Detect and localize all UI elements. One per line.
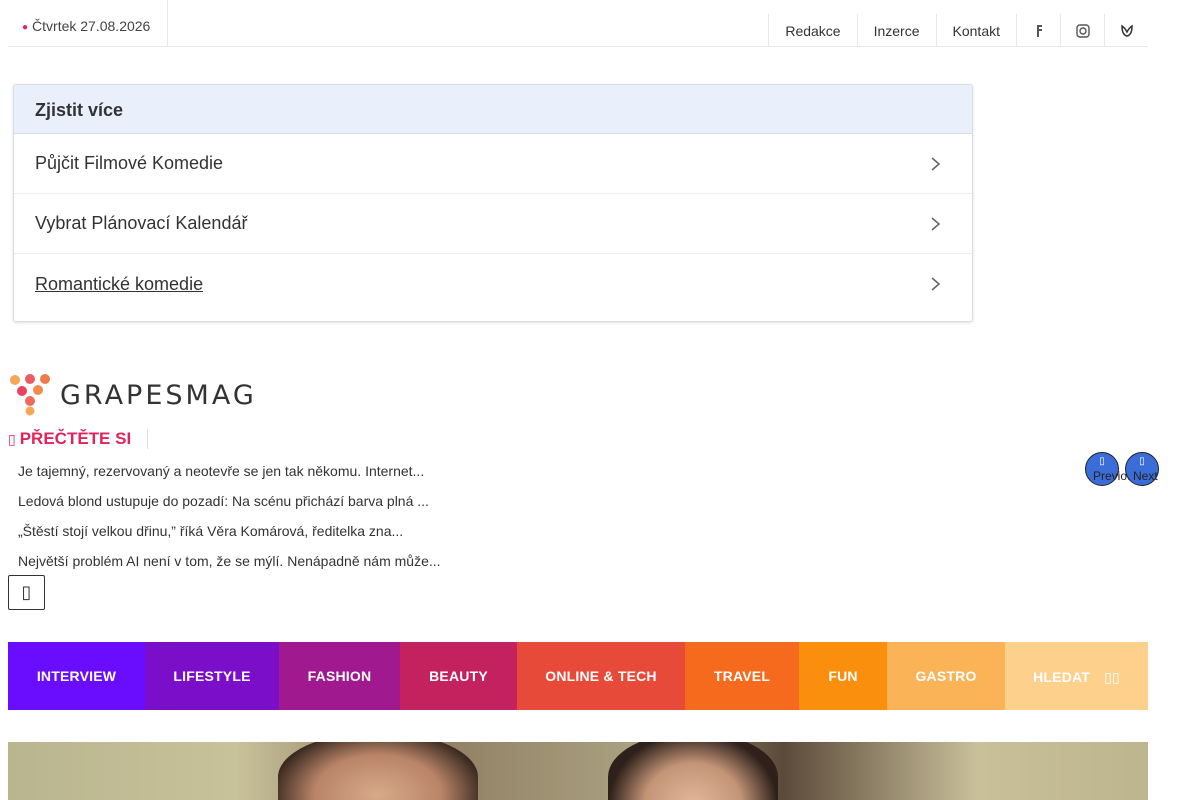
chevron-right-icon bbox=[931, 277, 941, 291]
hero-person bbox=[608, 742, 778, 800]
learn-more-title: Zjistit více bbox=[14, 85, 972, 134]
date-text: Čtvrtek 27.08.2026 bbox=[32, 18, 151, 34]
chevron-right-icon bbox=[931, 156, 941, 171]
list-item[interactable]: „Štěstí stojí velkou dřinu,” říká Věra K… bbox=[18, 520, 441, 550]
search-label: HLEDAT bbox=[1033, 669, 1091, 685]
search-icon: ▯▯ bbox=[1104, 668, 1120, 685]
top-links: Redakce Inzerce Kontakt bbox=[768, 14, 1148, 47]
nav-lifestyle[interactable]: LIFESTYLE bbox=[145, 642, 279, 710]
current-date: ● Čtvrtek 27.08.2026 bbox=[8, 0, 168, 46]
link-inzerce[interactable]: Inzerce bbox=[856, 14, 936, 47]
list-item[interactable]: Ledová blond ustupuje do pozadí: Na scén… bbox=[18, 490, 441, 520]
bookmark-icon: ▯ bbox=[8, 430, 16, 447]
nav-interview[interactable]: INTERVIEW bbox=[8, 642, 145, 710]
nav-travel[interactable]: TRAVEL bbox=[685, 642, 799, 710]
learn-more-item[interactable]: Romantické komedie bbox=[14, 254, 972, 314]
nav-fashion[interactable]: FASHION bbox=[279, 642, 400, 710]
date-dot-icon: ● bbox=[22, 22, 29, 33]
chevron-right-icon bbox=[931, 216, 941, 231]
social-icon[interactable] bbox=[1104, 14, 1148, 47]
read-also-list: Je tajemný, rezervovaný a neotevře se je… bbox=[18, 460, 441, 580]
logo-text: GRAPESMAG bbox=[60, 379, 257, 411]
read-also-title: PŘEČTĚTE SI bbox=[19, 429, 132, 448]
nav-fun[interactable]: FUN bbox=[799, 642, 887, 710]
next-label: Next bbox=[1133, 469, 1158, 483]
learn-more-box: Zjistit více Půjčit Filmové Komedie Vybr… bbox=[13, 84, 973, 322]
read-also-heading: ▯ PŘEČTĚTE SI bbox=[8, 428, 149, 450]
menu-icon: ▯ bbox=[21, 582, 32, 602]
list-item[interactable]: Největší problém AI není v tom, že se mý… bbox=[18, 550, 441, 580]
learn-more-item-label: Půjčit Filmové Komedie bbox=[35, 153, 224, 173]
grapes-logo-icon bbox=[10, 374, 50, 416]
previous-button[interactable]: ▯ Previous bbox=[1085, 452, 1140, 486]
hero-image[interactable] bbox=[8, 742, 1148, 800]
facebook-icon[interactable] bbox=[1016, 14, 1060, 47]
hero-person bbox=[278, 742, 478, 800]
nav-search[interactable]: HLEDAT ▯▯ bbox=[1005, 642, 1148, 710]
list-item[interactable]: Je tajemný, rezervovaný a neotevře se je… bbox=[18, 460, 441, 490]
link-redakce[interactable]: Redakce bbox=[768, 14, 856, 47]
learn-more-item-label: Romantické komedie bbox=[35, 273, 204, 294]
site-logo[interactable]: GRAPESMAG bbox=[8, 374, 270, 416]
learn-more-item[interactable]: Půjčit Filmové Komedie bbox=[14, 134, 972, 194]
arrow-left-icon: ▯ bbox=[1099, 456, 1105, 467]
arrow-right-icon: ▯ bbox=[1139, 456, 1145, 467]
top-bar: ● Čtvrtek 27.08.2026 Redakce Inzerce Kont… bbox=[8, 0, 1148, 47]
learn-more-item-label: Vybrat Plánovací Kalendář bbox=[35, 213, 248, 233]
learn-more-item[interactable]: Vybrat Plánovací Kalendář bbox=[14, 194, 972, 254]
menu-toggle-button[interactable]: ▯ bbox=[8, 575, 45, 610]
link-kontakt[interactable]: Kontakt bbox=[935, 14, 1016, 47]
divider bbox=[147, 429, 149, 449]
nav-beauty[interactable]: BEAUTY bbox=[400, 642, 517, 710]
category-nav: INTERVIEW LIFESTYLE FASHION BEAUTY ONLIN… bbox=[8, 642, 1148, 710]
next-button[interactable]: ▯ Next bbox=[1125, 452, 1159, 486]
nav-gastro[interactable]: GASTRO bbox=[887, 642, 1005, 710]
nav-online-tech[interactable]: ONLINE & TECH bbox=[517, 642, 685, 710]
instagram-icon[interactable] bbox=[1060, 14, 1104, 47]
